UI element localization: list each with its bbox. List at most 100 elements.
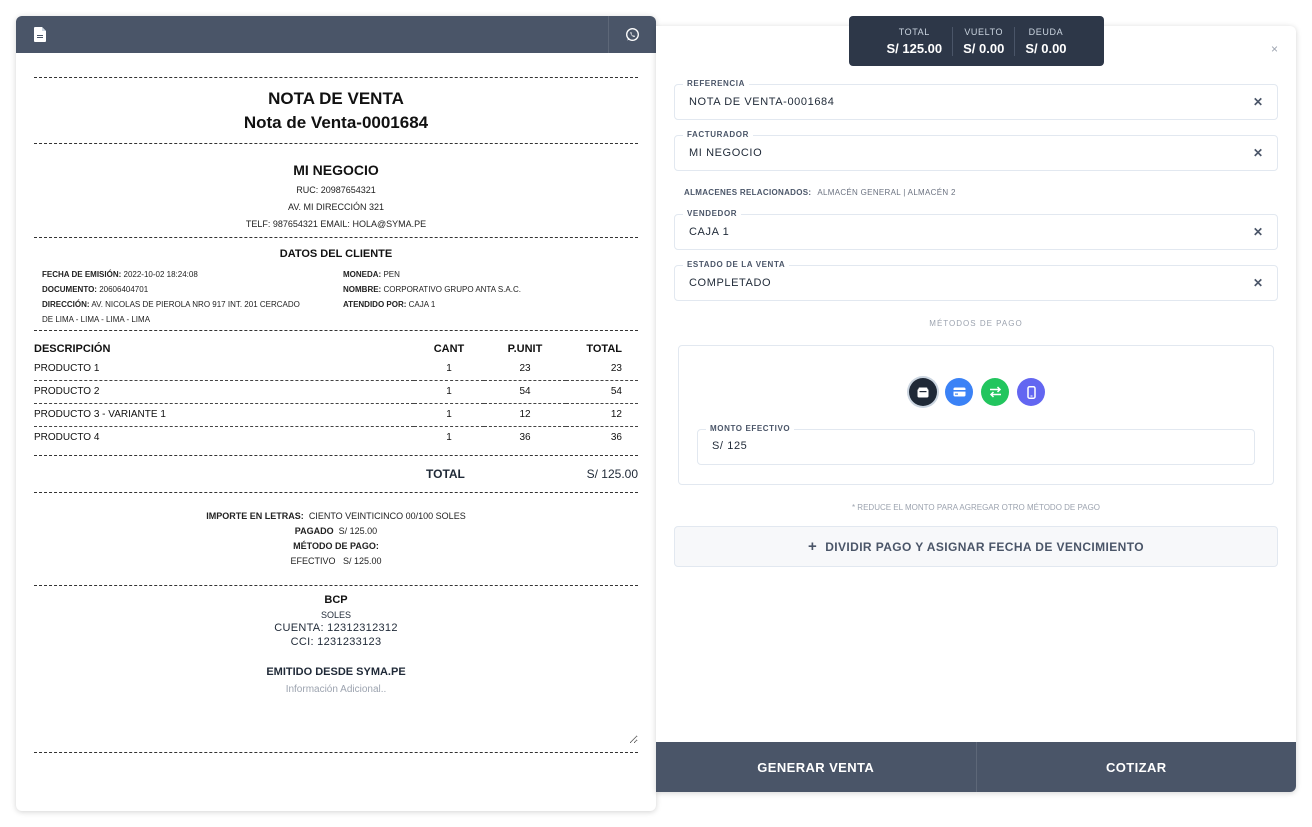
- moneda-value: PEN: [383, 270, 400, 279]
- emitido-text: EMITIDO DESDE SYMA.PE: [266, 666, 406, 678]
- mobile-icon[interactable]: [1017, 378, 1045, 406]
- row-total: 36: [610, 432, 622, 444]
- row-total: 12: [566, 403, 638, 427]
- documento-value: 20606404701: [99, 285, 149, 294]
- referencia-field[interactable]: REFERENCIA NOTA DE VENTA-0001684 ✕: [674, 79, 1278, 120]
- vendedor-field[interactable]: VENDEDOR CAJA 1 ✕: [674, 209, 1278, 250]
- estado-label: ESTADO DE LA VENTA: [683, 260, 790, 269]
- row-cant: 1: [414, 357, 484, 381]
- footer-actions: GENERAR VENTA COTIZAR: [656, 742, 1296, 792]
- fecha-value: 2022-10-02 18:24:08: [123, 270, 198, 279]
- clear-estado-icon[interactable]: ✕: [1253, 276, 1263, 290]
- row-cant: 1: [414, 403, 484, 427]
- pagado-value: S/ 125.00: [338, 526, 378, 536]
- atendido-label: ATENDIDO POR:: [343, 300, 407, 309]
- summary-total-label: TOTAL: [898, 26, 930, 37]
- payment-summary: IMPORTE EN LETRAS: CIENTO VEINTICINCO 00…: [16, 509, 656, 569]
- credit-card-icon[interactable]: [945, 378, 973, 406]
- summary-vuelto: VUELTO S/ 0.00: [952, 26, 1014, 56]
- divider: [34, 752, 638, 753]
- table-row: PRODUCTO 4 1 36 36: [34, 426, 638, 449]
- fecha-label: FECHA DE EMISIÓN:: [42, 270, 122, 279]
- row-cant: 1: [414, 380, 484, 404]
- almacenes-value: ALMACÉN GENERAL | ALMACÉN 2: [817, 188, 956, 197]
- bank-cci: CCI: 1231233123: [290, 636, 382, 648]
- doc-number-title: Nota de Venta-0001684: [243, 113, 429, 132]
- atendido-value: CAJA 1: [408, 300, 436, 309]
- col-cant: CANT: [433, 343, 465, 355]
- summary-deuda-label: DEUDA: [1028, 26, 1064, 37]
- client-section-title: DATOS DEL CLIENTE: [279, 248, 393, 260]
- documento-label: DOCUMENTO:: [42, 285, 97, 294]
- doc-type-title: NOTA DE VENTA: [268, 89, 404, 108]
- metodo-value: EFECTIVO: [290, 556, 336, 566]
- almacenes-label: ALMACENES RELACIONADOS:: [684, 188, 812, 197]
- bank-name: BCP: [324, 594, 348, 606]
- additional-info-textarea[interactable]: [34, 684, 638, 744]
- close-icon[interactable]: ×: [1271, 42, 1278, 56]
- divider: [34, 492, 638, 493]
- receipt-header: [16, 16, 656, 53]
- clear-facturador-icon[interactable]: ✕: [1253, 146, 1263, 160]
- almacenes-relacionados: ALMACENES RELACIONADOS: ALMACÉN GENERAL |…: [684, 188, 956, 197]
- estado-venta-field[interactable]: ESTADO DE LA VENTA COMPLETADO ✕: [674, 260, 1278, 301]
- row-punit: 23: [484, 357, 566, 381]
- payment-methods-box: MONTO EFECTIVO: [678, 345, 1274, 485]
- facturador-value: MI NEGOCIO: [689, 147, 763, 159]
- bank-info: BCP SOLES CUENTA: 12312312312 CCI: 12312…: [16, 594, 656, 648]
- plus-icon: +: [808, 538, 818, 555]
- vendedor-label: VENDEDOR: [683, 209, 742, 218]
- table-row: PRODUCTO 2 1 54 54: [34, 380, 638, 404]
- bank-currency: SOLES: [320, 610, 351, 620]
- items-table: DESCRIPCIÓN CANT P.UNIT TOTAL PRODUCTO 1…: [34, 339, 638, 449]
- dividir-pago-label: DIVIDIR PAGO Y ASIGNAR FECHA DE VENCIMIE…: [825, 539, 1144, 554]
- nombre-value: CORPORATIVO GRUPO ANTA S.A.C.: [383, 285, 521, 294]
- row-punit: 12: [484, 403, 566, 427]
- clear-vendedor-icon[interactable]: ✕: [1253, 225, 1263, 239]
- generar-venta-button[interactable]: GENERAR VENTA: [656, 742, 976, 792]
- nombre-label: NOMBRE:: [343, 285, 382, 294]
- table-header-row: DESCRIPCIÓN CANT P.UNIT TOTAL: [34, 339, 638, 357]
- summary-total-value: S/ 125.00: [886, 40, 943, 56]
- referencia-value: NOTA DE VENTA-0001684: [689, 96, 835, 108]
- whatsapp-icon[interactable]: [608, 16, 656, 53]
- bank-cuenta: CUENTA: 12312312312: [274, 622, 398, 634]
- transfer-icon[interactable]: [981, 378, 1009, 406]
- summary-deuda: DEUDA S/ 0.00: [1014, 26, 1076, 56]
- row-total: 23: [566, 357, 638, 381]
- referencia-label: REFERENCIA: [683, 79, 750, 88]
- direccion-label: DIRECCIÓN:: [42, 300, 90, 309]
- summary-deuda-value: S/ 0.00: [1025, 40, 1067, 56]
- row-punit: 36: [519, 432, 531, 444]
- row-punit: 54: [484, 380, 566, 404]
- importe-value: CIENTO VEINTICINCO 00/100 SOLES: [308, 511, 466, 521]
- facturador-field[interactable]: FACTURADOR MI NEGOCIO ✕: [674, 130, 1278, 171]
- row-desc: PRODUCTO 4: [34, 432, 100, 444]
- metodo-label: MÉTODO DE PAGO:: [293, 541, 379, 551]
- summary-total: TOTAL S/ 125.00: [876, 27, 952, 56]
- monto-efectivo-label: MONTO EFECTIVO: [706, 424, 795, 433]
- row-desc: PRODUCTO 2: [34, 380, 414, 404]
- vendedor-value: CAJA 1: [689, 226, 730, 238]
- pagado-label: PAGADO: [294, 526, 334, 536]
- monto-efectivo-input[interactable]: [712, 440, 1012, 452]
- estado-value: COMPLETADO: [689, 277, 772, 289]
- col-punit: P.UNIT: [507, 343, 543, 355]
- reduce-note: * REDUCE EL MONTO PARA AGREGAR OTRO MÉTO…: [851, 503, 1101, 512]
- dividir-pago-button[interactable]: + DIVIDIR PAGO Y ASIGNAR FECHA DE VENCIM…: [674, 526, 1278, 567]
- table-row: PRODUCTO 1 1 23 23: [34, 357, 638, 381]
- moneda-label: MONEDA:: [343, 270, 382, 279]
- cash-icon[interactable]: [909, 378, 937, 406]
- payment-method-buttons: [679, 378, 1275, 406]
- divider: [34, 237, 638, 238]
- cotizar-button[interactable]: COTIZAR: [975, 742, 1296, 792]
- monto-efectivo-field[interactable]: MONTO EFECTIVO: [697, 424, 1255, 465]
- business-ruc: RUC: 20987654321: [296, 185, 376, 195]
- row-total: 54: [566, 380, 638, 404]
- document-icon[interactable]: [16, 16, 64, 53]
- clear-referencia-icon[interactable]: ✕: [1253, 95, 1263, 109]
- metodo-monto: S/ 125.00: [343, 556, 382, 566]
- row-desc: PRODUCTO 1: [34, 357, 414, 381]
- total-value: S/ 125.00: [586, 467, 638, 481]
- total-row: TOTAL S/ 125.00: [16, 456, 656, 492]
